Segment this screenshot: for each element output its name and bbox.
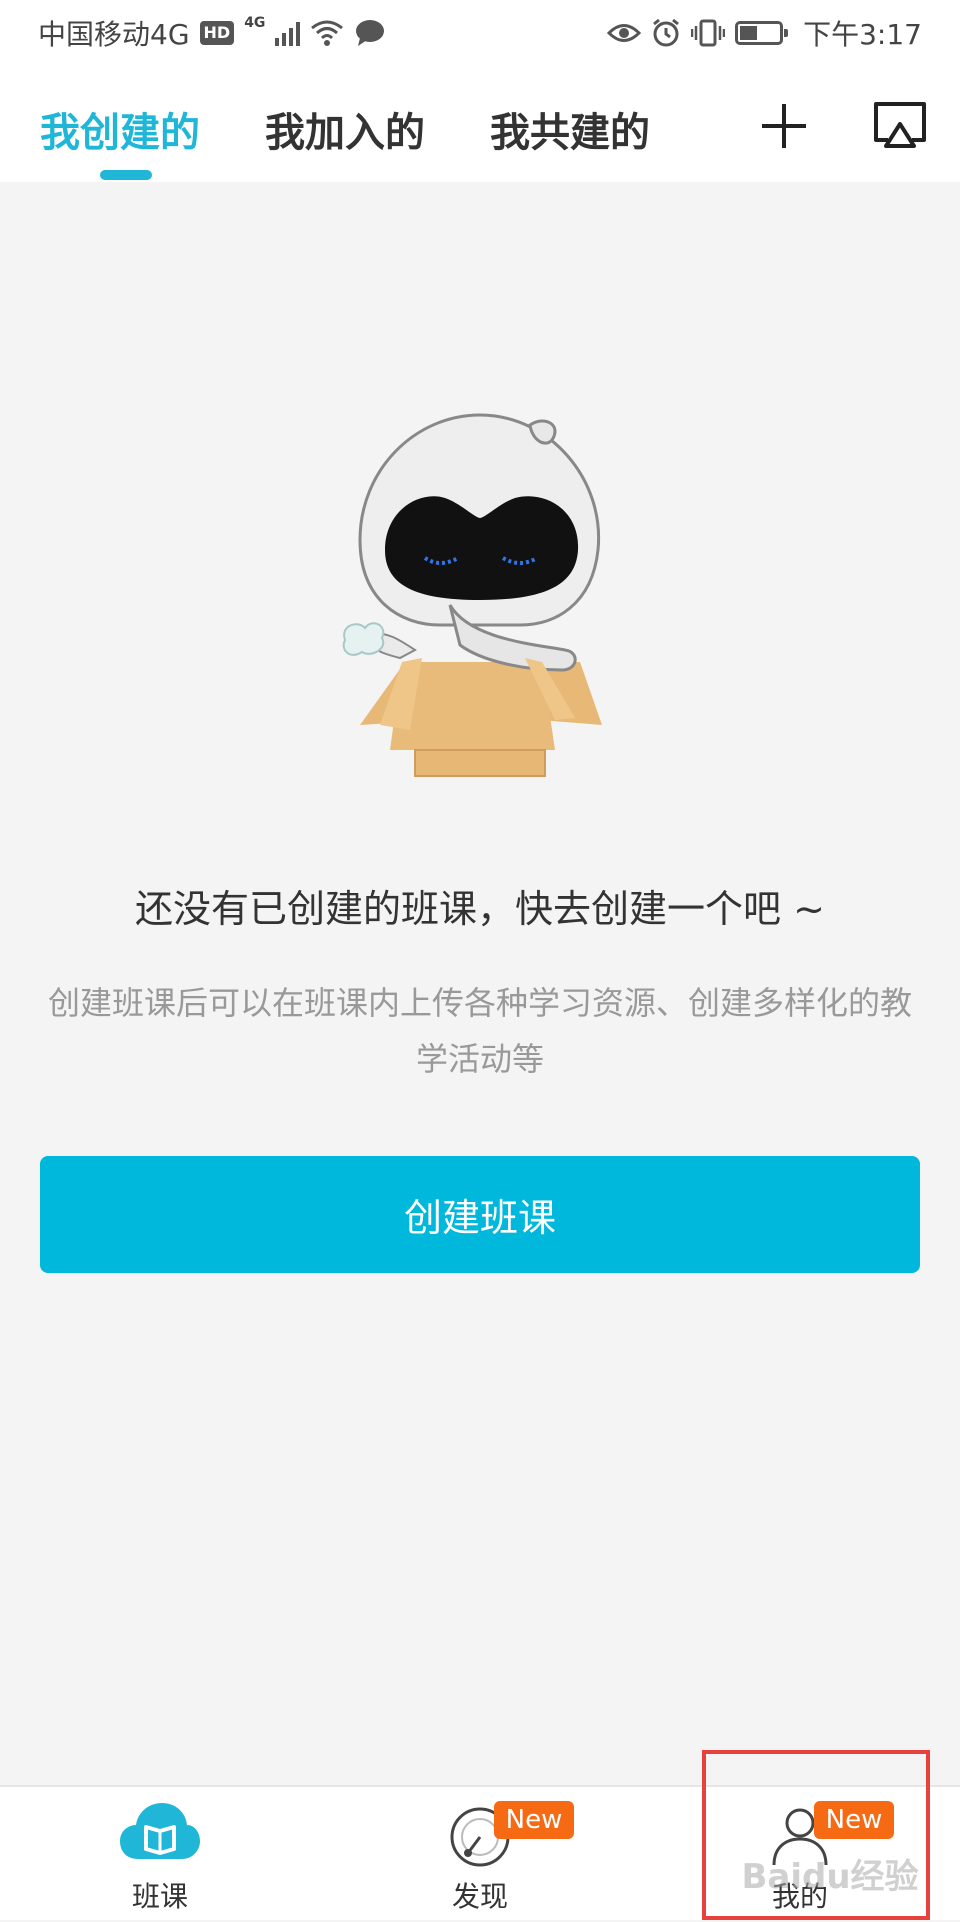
hd-badge: HD <box>199 21 235 45</box>
chat-bubble-icon <box>356 20 385 46</box>
empty-state-title: 还没有已创建的班课，快去创建一个吧 ~ <box>135 887 825 931</box>
empty-state-description: 创建班课后可以在班课内上传各种学习资源、创建多样化的教学活动等 <box>47 984 912 1078</box>
status-bar: 中国移动4G HD 4G 下午3:17 <box>0 0 960 66</box>
alarm-icon <box>653 18 680 47</box>
cloud-book-icon <box>120 1803 200 1859</box>
eye-icon <box>607 24 642 42</box>
vibrate-icon <box>691 19 726 47</box>
empty-mascot-illustration <box>342 413 602 777</box>
carrier-name: 中国移动4G <box>38 18 190 51</box>
status-right: 下午3:17 <box>607 13 922 53</box>
new-badge: New <box>494 1801 574 1839</box>
new-badge: New <box>814 1801 894 1839</box>
nav-label-class: 班课 <box>131 1880 188 1913</box>
nav-label-discover: 发现 <box>451 1880 508 1913</box>
create-class-button[interactable]: 创建班课 <box>40 1156 920 1273</box>
tab-created[interactable]: 我创建的 <box>40 100 200 158</box>
network-type: 4G <box>244 15 266 31</box>
tab-joined[interactable]: 我加入的 <box>265 100 425 158</box>
signal-icon <box>275 20 301 46</box>
battery-icon <box>735 21 789 45</box>
active-tab-indicator <box>100 170 152 180</box>
clock-time: 下午3:17 <box>803 18 922 51</box>
wifi-icon <box>311 20 344 46</box>
top-tab-bar: 我创建的 我加入的 我共建的 <box>0 66 960 182</box>
tab-co-built[interactable]: 我共建的 <box>490 100 650 158</box>
bottom-navigation: 班课 New 发现 New 我的 <box>0 1785 960 1920</box>
screen-cast-icon[interactable] <box>870 96 930 156</box>
nav-label-mine: 我的 <box>771 1880 828 1913</box>
nav-item-discover[interactable]: New 发现 <box>320 1787 640 1922</box>
nav-item-class[interactable]: 班课 <box>0 1787 320 1922</box>
nav-item-mine[interactable]: New 我的 <box>640 1787 960 1922</box>
plus-icon[interactable] <box>754 96 814 156</box>
status-left: 中国移动4G HD 4G <box>38 13 386 53</box>
